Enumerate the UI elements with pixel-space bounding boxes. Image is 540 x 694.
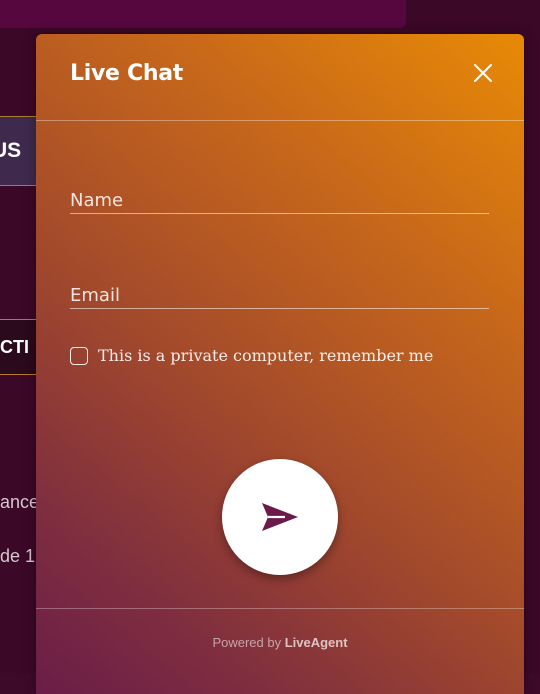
chat-header: Live Chat: [36, 34, 524, 121]
send-arrow-icon: [262, 503, 298, 531]
powered-by-prefix: Powered by: [212, 635, 282, 650]
remember-me-option[interactable]: This is a private computer, remember me: [70, 346, 433, 365]
name-field[interactable]: [70, 190, 489, 213]
powered-by-brand: LiveAgent: [284, 635, 348, 650]
remember-me-checkbox[interactable]: [70, 346, 88, 365]
email-field-wrapper: [70, 285, 489, 309]
close-icon[interactable]: [472, 62, 494, 84]
chat-title: Live Chat: [70, 61, 183, 86]
live-chat-panel: Live Chat This is a private computer, re…: [36, 34, 524, 694]
powered-by[interactable]: Powered by LiveAgent: [36, 635, 524, 650]
remember-me-label: This is a private computer, remember me: [98, 346, 434, 365]
background-tab-label: US: [0, 139, 22, 162]
name-field-wrapper: [70, 190, 489, 214]
chat-footer: Powered by LiveAgent: [36, 608, 524, 694]
background-section-label: ECTI: [0, 337, 30, 357]
send-button[interactable]: [222, 459, 338, 575]
email-field[interactable]: [70, 285, 489, 308]
background-top-bar: [0, 0, 406, 28]
